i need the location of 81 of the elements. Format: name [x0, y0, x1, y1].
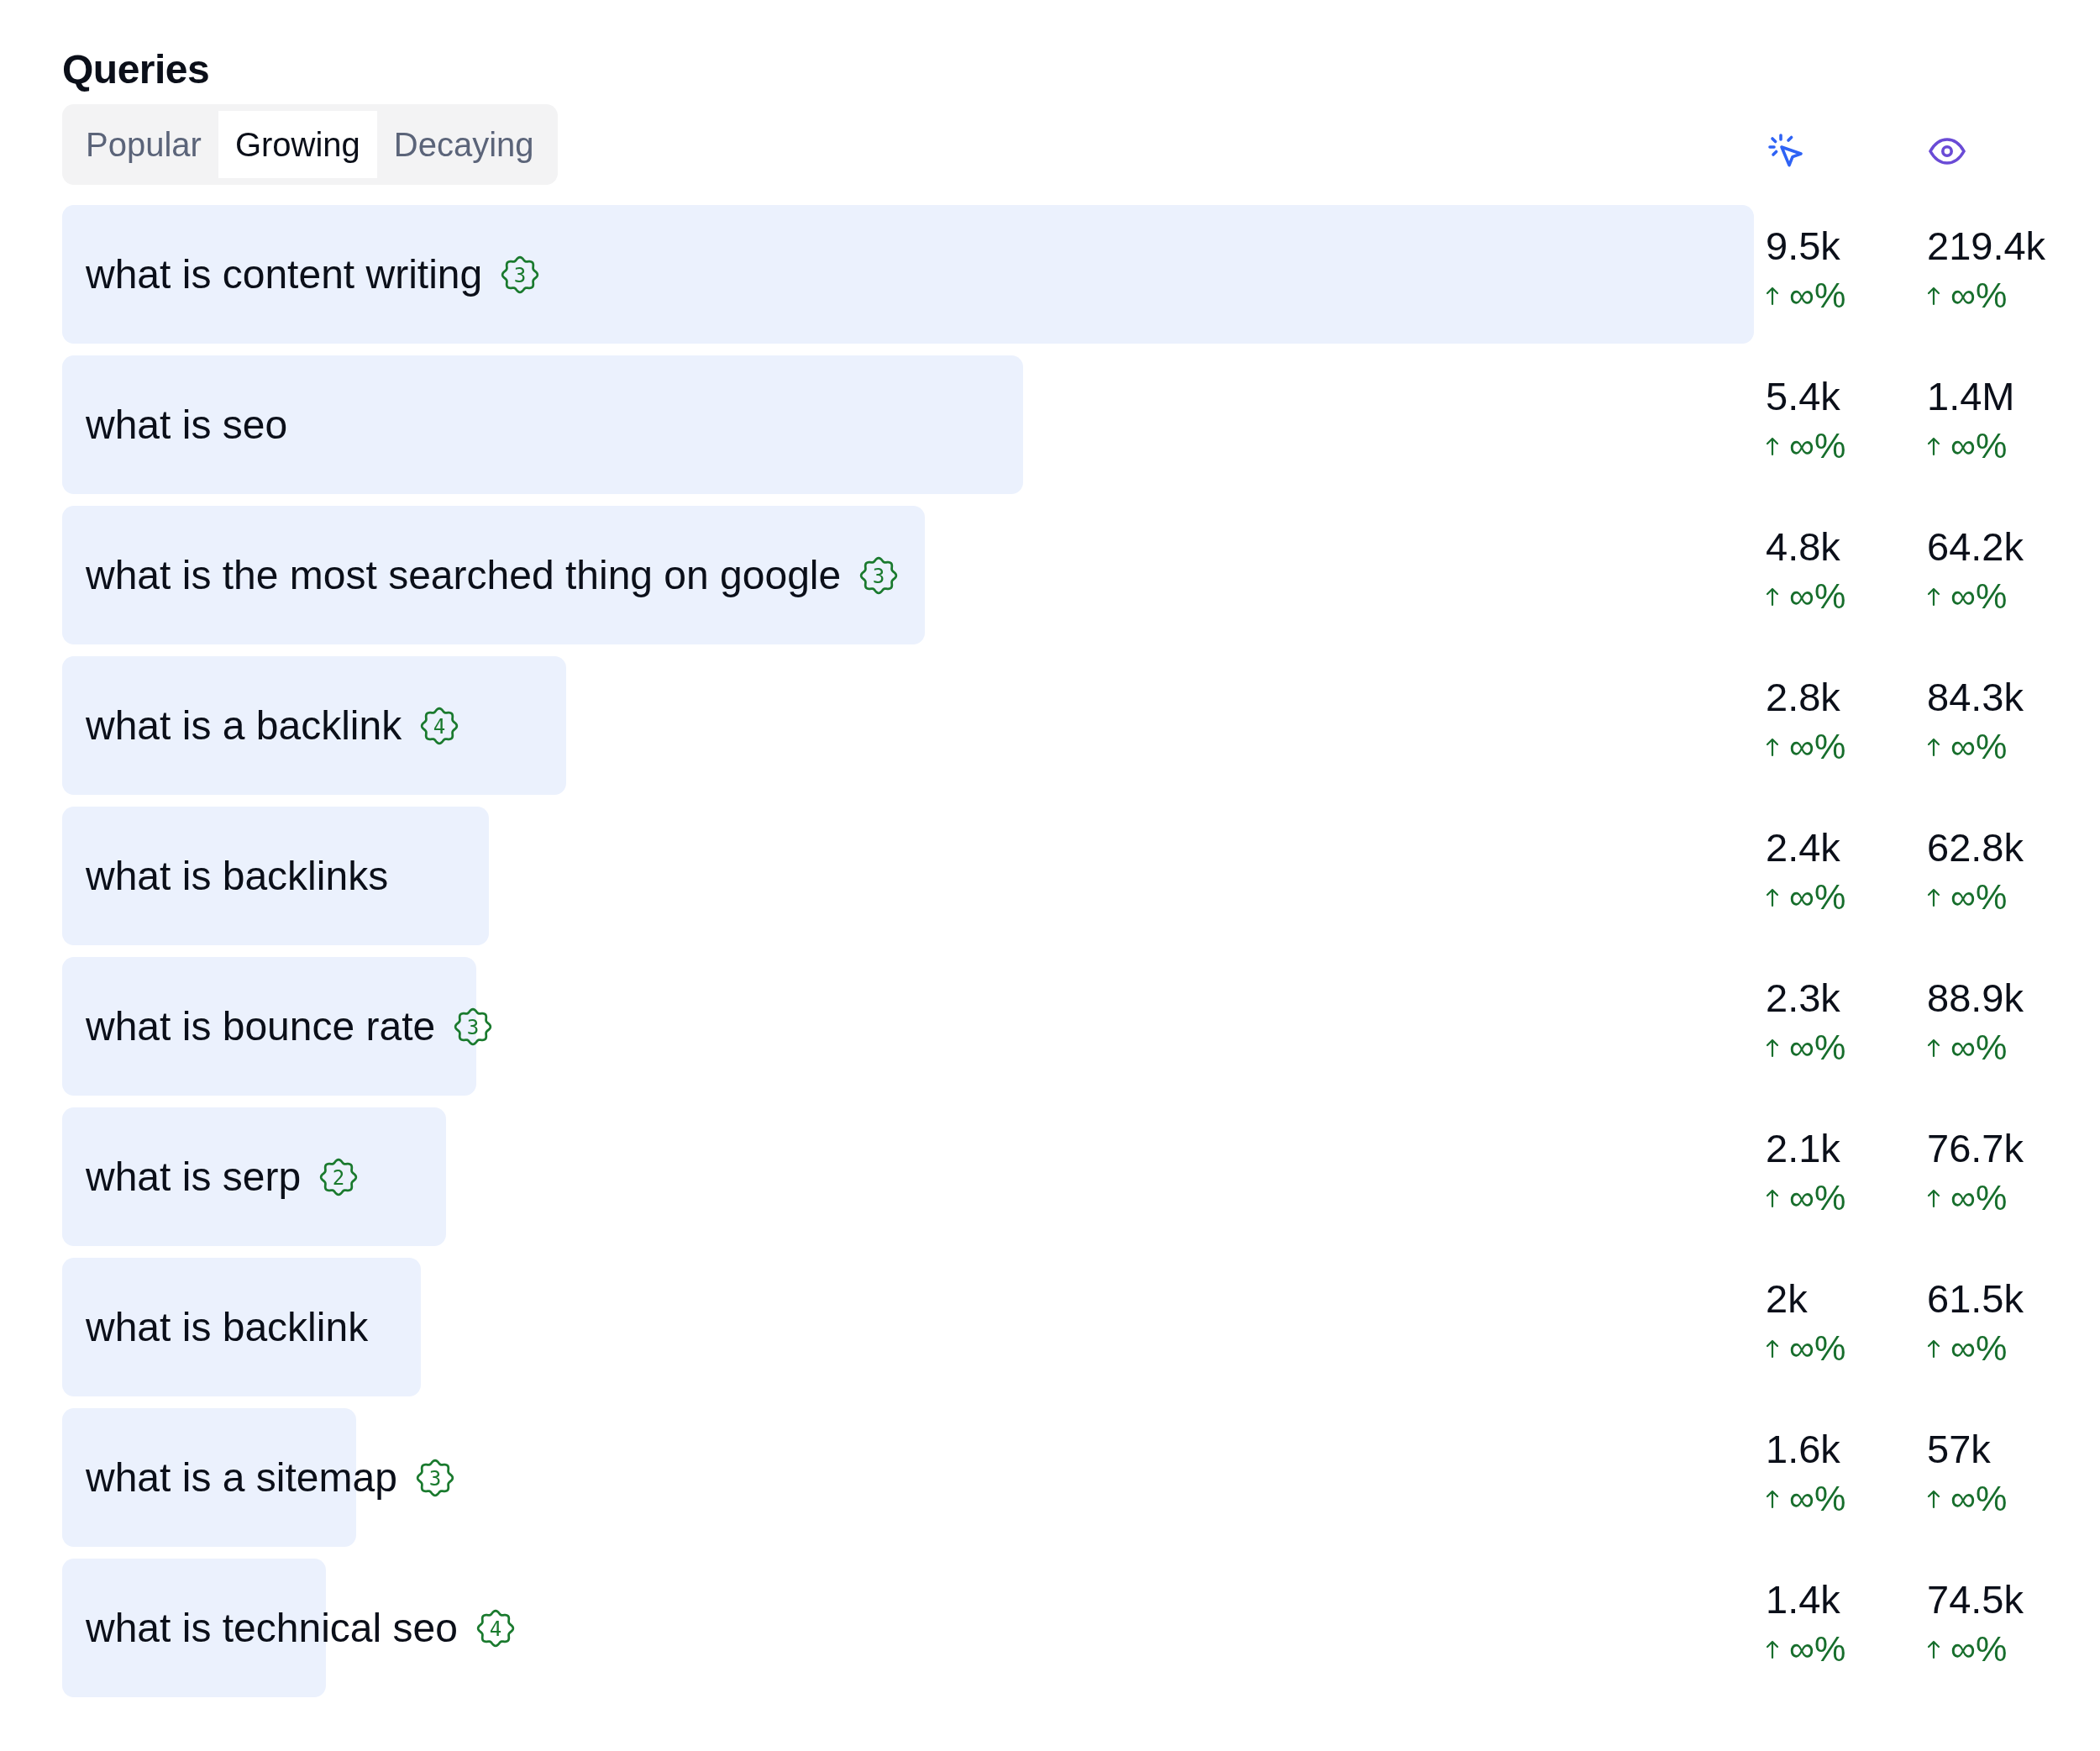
impression-count: 1.4M — [1927, 373, 2015, 420]
arrow-up-icon — [1766, 1489, 1779, 1509]
arrow-up-icon — [1927, 1338, 1940, 1359]
arrow-up-icon — [1766, 436, 1779, 456]
query-text[interactable]: what is a sitemap — [62, 1454, 397, 1501]
change-text: ∞% — [1789, 276, 1846, 316]
change-text: ∞% — [1789, 426, 1846, 466]
rank-badge: 3 — [415, 1458, 454, 1497]
impression-count: 62.8k — [1927, 824, 2024, 871]
impression-count: 64.2k — [1927, 523, 2024, 571]
impression-count: 84.3k — [1927, 674, 2024, 721]
arrow-up-icon — [1927, 286, 1940, 306]
change-text: ∞% — [1789, 1479, 1846, 1519]
tab[interactable]: Decaying — [376, 111, 551, 178]
change-text: ∞% — [1950, 576, 2008, 617]
change-text: ∞% — [1789, 1629, 1846, 1669]
click-count: 2.3k — [1766, 975, 1840, 1022]
query-text[interactable]: what is the most searched thing on google — [62, 552, 842, 598]
query-text[interactable]: what is a backlink — [62, 702, 402, 749]
query-text[interactable]: what is seo — [62, 402, 288, 448]
change-text: ∞% — [1950, 1178, 2008, 1218]
impression-count: 88.9k — [1927, 975, 2024, 1022]
click-count: 5.4k — [1766, 373, 1840, 420]
rank-badge: 4 — [475, 1608, 515, 1648]
click-count: 1.4k — [1766, 1576, 1840, 1623]
change-text: ∞% — [1789, 576, 1846, 617]
change-text: ∞% — [1950, 727, 2008, 767]
impression-count: 61.5k — [1927, 1275, 2024, 1322]
rank-badge: 3 — [859, 555, 899, 595]
change-text: ∞% — [1789, 727, 1846, 767]
arrow-up-icon — [1766, 586, 1779, 607]
query-text[interactable]: what is content writing — [62, 251, 483, 297]
arrow-up-icon — [1766, 737, 1779, 757]
click-count: 2.1k — [1766, 1125, 1840, 1172]
arrow-up-icon — [1927, 737, 1940, 757]
arrow-up-icon — [1927, 436, 1940, 456]
change-text: ∞% — [1789, 1028, 1846, 1068]
query-text[interactable]: what is backlinks — [62, 853, 389, 899]
rank-badge: 2 — [319, 1157, 359, 1196]
impression-count: 74.5k — [1927, 1576, 2024, 1623]
arrow-up-icon — [1766, 1639, 1779, 1659]
change-text: ∞% — [1950, 1028, 2008, 1068]
change-text: ∞% — [1950, 1629, 2008, 1669]
arrow-up-icon — [1927, 887, 1940, 907]
arrow-up-icon — [1766, 286, 1779, 306]
rank-badge: 3 — [454, 1007, 493, 1046]
click-count: 2.8k — [1766, 674, 1840, 721]
query-text[interactable]: what is serp — [62, 1154, 302, 1200]
arrow-up-icon — [1766, 1188, 1779, 1208]
query-text[interactable]: what is technical seo — [62, 1605, 458, 1651]
click-count: 2.4k — [1766, 824, 1840, 871]
arrow-up-icon — [1927, 1639, 1940, 1659]
arrow-up-icon — [1927, 1038, 1940, 1058]
rank-badge: 4 — [420, 706, 459, 745]
rank-badge: 3 — [501, 255, 540, 294]
panel-title: Queries — [62, 46, 211, 93]
query-text[interactable]: what is backlink — [62, 1304, 369, 1350]
arrow-up-icon — [1766, 1338, 1779, 1359]
change-text: ∞% — [1950, 426, 2008, 466]
impression-count: 219.4k — [1927, 223, 2046, 270]
change-text: ∞% — [1789, 877, 1846, 918]
arrow-up-icon — [1927, 1489, 1940, 1509]
change-text: ∞% — [1950, 1328, 2008, 1369]
impression-count: 57k — [1927, 1426, 1991, 1473]
tab[interactable]: Growing — [218, 111, 377, 178]
change-text: ∞% — [1950, 1479, 2008, 1519]
change-text: ∞% — [1950, 276, 2008, 316]
tab[interactable]: Popular — [69, 111, 218, 178]
click-count: 2k — [1766, 1275, 1808, 1322]
change-text: ∞% — [1789, 1178, 1846, 1218]
arrow-up-icon — [1766, 887, 1779, 907]
change-text: ∞% — [1789, 1328, 1846, 1369]
arrow-up-icon — [1927, 586, 1940, 607]
change-text: ∞% — [1950, 877, 2008, 918]
click-count: 9.5k — [1766, 223, 1840, 270]
arrow-up-icon — [1927, 1188, 1940, 1208]
click-count: 1.6k — [1766, 1426, 1840, 1473]
query-text[interactable]: what is bounce rate — [62, 1003, 436, 1049]
arrow-up-icon — [1766, 1038, 1779, 1058]
impression-count: 76.7k — [1927, 1125, 2024, 1172]
click-count: 4.8k — [1766, 523, 1840, 571]
